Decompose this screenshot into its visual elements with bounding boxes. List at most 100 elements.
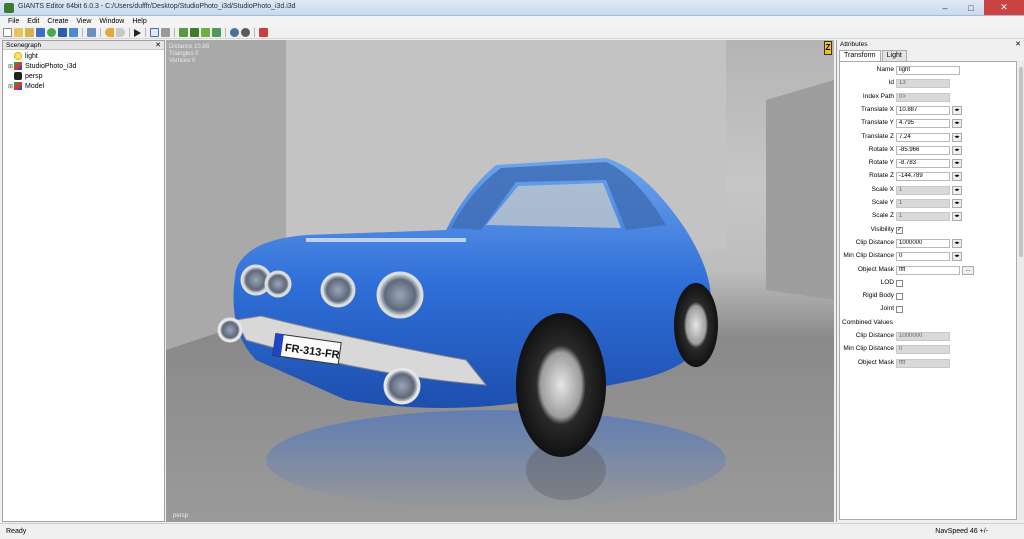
select-tool-icon[interactable] bbox=[150, 28, 159, 37]
terrain-height-icon[interactable] bbox=[190, 28, 199, 37]
refresh-icon[interactable] bbox=[47, 28, 56, 37]
expand-icon[interactable]: ⊞ bbox=[7, 63, 14, 70]
menu-file[interactable]: File bbox=[4, 16, 23, 27]
viewport-camera-label: persp bbox=[173, 513, 189, 519]
lod-checkbox[interactable] bbox=[896, 279, 903, 287]
import-icon[interactable] bbox=[87, 28, 96, 37]
spinner-arrows-icon[interactable]: ◂▸ bbox=[952, 172, 962, 182]
open-folder-icon[interactable] bbox=[14, 28, 23, 37]
lock-icon[interactable] bbox=[161, 28, 170, 37]
rigid-body-checkbox[interactable] bbox=[896, 293, 903, 301]
attributes-title: Attributes bbox=[840, 41, 868, 48]
menu-view[interactable]: View bbox=[72, 16, 95, 27]
attr-row-lod: LOD bbox=[840, 278, 1018, 289]
attr-row-rotate-z: Rotate Z -144.789 ◂▸ bbox=[840, 171, 1018, 182]
expand-icon[interactable]: ⊞ bbox=[7, 83, 14, 90]
id-field: 13 bbox=[896, 79, 950, 89]
spinner-arrows-icon[interactable]: ◂▸ bbox=[952, 185, 962, 195]
spinner-arrows-icon[interactable]: ◂▸ bbox=[952, 119, 962, 129]
menu-window[interactable]: Window bbox=[95, 16, 128, 27]
translate-x-field[interactable]: 10.887 bbox=[896, 105, 950, 115]
save-as-icon[interactable] bbox=[58, 28, 67, 37]
headlight-inner-left bbox=[264, 270, 292, 298]
spinner-arrows-icon[interactable]: ◂▸ bbox=[952, 238, 962, 248]
attr-row-rotate-y: Rotate Y -8.783 ◂▸ bbox=[840, 158, 1018, 169]
attr-row-object-mask: Object Mask ffff... bbox=[840, 265, 1018, 276]
attr-row-scale-y: Scale Y 1 ◂▸ bbox=[840, 198, 1018, 209]
foliage-icon[interactable] bbox=[201, 28, 210, 37]
settings-gear-icon[interactable] bbox=[230, 28, 239, 37]
tree-node-light[interactable]: light bbox=[7, 51, 164, 61]
tab-light[interactable]: Light bbox=[881, 50, 907, 61]
play-icon[interactable] bbox=[134, 28, 141, 37]
attr-label: Scale X bbox=[871, 185, 894, 193]
tab-transform[interactable]: Transform bbox=[839, 50, 881, 61]
attr-row-rotate-x: Rotate X -85.966 ◂▸ bbox=[840, 145, 1018, 156]
spinner-arrows-icon[interactable]: ◂▸ bbox=[952, 159, 962, 169]
spinner-arrows-icon[interactable]: ◂▸ bbox=[952, 199, 962, 208]
fog-light-right bbox=[383, 367, 421, 405]
rotate-z-field[interactable]: -144.789 bbox=[896, 172, 950, 182]
attributes-close-icon[interactable]: ✕ bbox=[1015, 40, 1021, 49]
new-file-icon[interactable] bbox=[3, 28, 12, 37]
menu-create[interactable]: Create bbox=[43, 16, 72, 27]
close-window-button[interactable]: ✕ bbox=[984, 0, 1024, 15]
scrollbar-thumb[interactable] bbox=[1019, 67, 1023, 257]
name-field[interactable]: light bbox=[896, 66, 960, 75]
redo-icon[interactable] bbox=[116, 28, 125, 37]
attributes-scrollbar[interactable] bbox=[1018, 61, 1024, 520]
vertex-paint-icon[interactable] bbox=[212, 28, 221, 37]
rotate-x-field[interactable]: -85.966 bbox=[896, 145, 950, 155]
tree-node-label: light bbox=[25, 52, 38, 60]
axis-gizmo[interactable]: Z bbox=[824, 41, 832, 55]
menu-edit[interactable]: Edit bbox=[23, 16, 43, 27]
index-path-field: 0> bbox=[896, 92, 950, 102]
open-recent-icon[interactable] bbox=[25, 28, 34, 37]
spinner-arrows-icon[interactable]: ◂▸ bbox=[952, 105, 962, 115]
clip-distance-field: 1000000 bbox=[896, 332, 950, 341]
attr-row-scale-z: Scale Z 1 ◂▸ bbox=[840, 211, 1018, 222]
attr-row-translate-z: Translate Z 7.24 ◂▸ bbox=[840, 132, 1018, 143]
attr-label: Translate Y bbox=[861, 119, 894, 127]
attr-row-index-path: Index Path 0> bbox=[840, 92, 1018, 103]
translate-z-field[interactable]: 7.24 bbox=[896, 132, 950, 142]
spinner-arrows-icon[interactable]: ◂▸ bbox=[952, 252, 962, 262]
min-clip-distance-field[interactable]: 0 bbox=[896, 252, 950, 262]
attr-label: Index Path bbox=[862, 92, 894, 100]
menu-help[interactable]: Help bbox=[128, 16, 150, 27]
attr-label: Id bbox=[888, 79, 894, 87]
joint-checkbox[interactable] bbox=[896, 306, 903, 314]
attr-label: Translate Z bbox=[861, 132, 894, 140]
undo-icon[interactable] bbox=[105, 28, 114, 37]
giants-app-icon bbox=[4, 3, 14, 13]
spinner-arrows-icon[interactable]: ◂▸ bbox=[952, 212, 962, 222]
spinner-arrows-icon[interactable]: ◂▸ bbox=[952, 145, 962, 155]
tree-node-persp[interactable]: persp bbox=[7, 71, 164, 81]
tree-node-studiophoto[interactable]: ⊞ StudioPhoto_i3d bbox=[7, 61, 164, 71]
plugin-gear-icon[interactable] bbox=[241, 28, 250, 37]
scenegraph-close-icon[interactable]: ✕ bbox=[155, 41, 161, 50]
rotate-y-field[interactable]: -8.783 bbox=[896, 159, 950, 169]
visibility-checkbox[interactable]: ✓ bbox=[896, 226, 903, 234]
attr-row-rigid-body: Rigid Body bbox=[840, 291, 1018, 302]
object-mask-field[interactable]: ffff bbox=[896, 265, 960, 275]
clip-distance-field[interactable]: 1000000 bbox=[896, 238, 950, 248]
tree-node-model[interactable]: ⊞ Model bbox=[7, 81, 164, 91]
attr-row-min-clip-distance: Min Clip Distance 0 ◂▸ bbox=[840, 251, 1018, 262]
translate-y-field[interactable]: 4.795 bbox=[896, 119, 950, 129]
object-mask-browse-button[interactable]: ... bbox=[962, 265, 974, 275]
spinner-arrows-icon[interactable]: ◂▸ bbox=[952, 132, 962, 142]
maximize-button[interactable]: □ bbox=[958, 0, 984, 15]
toolbar-separator bbox=[82, 28, 83, 37]
minimize-button[interactable]: – bbox=[932, 0, 958, 15]
save-icon[interactable] bbox=[36, 28, 45, 37]
car-reflection bbox=[266, 410, 726, 510]
export-icon[interactable] bbox=[69, 28, 78, 37]
record-icon[interactable] bbox=[259, 28, 268, 37]
status-text: Ready bbox=[6, 528, 27, 535]
menu-bar: File Edit Create View Window Help bbox=[0, 16, 1024, 27]
3d-viewport[interactable]: FR-313-FR Distance 10.88 Triangles 0 Ver… bbox=[166, 40, 834, 522]
attr-label: Rigid Body bbox=[862, 292, 894, 300]
terrain-paint-icon[interactable] bbox=[179, 28, 188, 37]
attr-label: Scale Y bbox=[871, 199, 894, 206]
